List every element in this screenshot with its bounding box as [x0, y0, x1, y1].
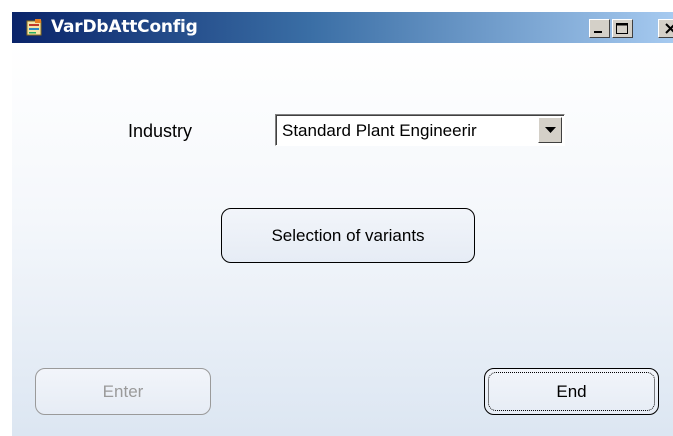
minimize-button[interactable] [589, 19, 610, 38]
close-icon [665, 23, 673, 34]
enter-label: Enter [102, 381, 144, 401]
end-label: End [556, 381, 587, 401]
selection-of-variants-label: Selection of variants [271, 225, 425, 245]
minimize-icon [594, 31, 602, 33]
industry-label: Industry [128, 121, 193, 141]
dropdown-arrow-button[interactable] [538, 117, 562, 143]
maximize-icon [616, 23, 628, 34]
dialog-body: Industry Standard Plant Engineerir Selec… [12, 43, 673, 436]
title-bar[interactable]: VarDbAttConfig [12, 12, 673, 43]
selection-of-variants-button[interactable]: Selection of variants [221, 208, 475, 263]
close-button[interactable] [658, 19, 673, 38]
maximize-button[interactable] [612, 19, 633, 38]
enter-button[interactable]: Enter [35, 368, 211, 415]
industry-dropdown-value: Standard Plant Engineerir [282, 121, 477, 140]
app-window: VarDbAttConfig Industry Standard Plant E… [0, 0, 673, 436]
app-icon [26, 19, 43, 36]
end-button[interactable]: End [484, 368, 659, 415]
chevron-down-icon [545, 127, 556, 133]
industry-dropdown[interactable]: Standard Plant Engineerir [275, 114, 565, 146]
window-title: VarDbAttConfig [51, 17, 198, 37]
